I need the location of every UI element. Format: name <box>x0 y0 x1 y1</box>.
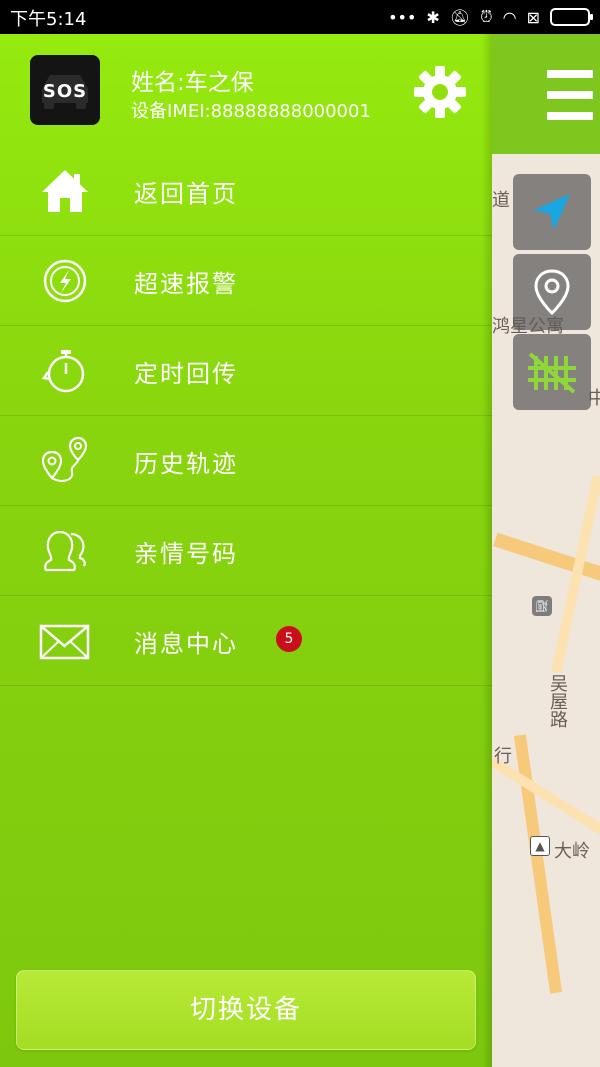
settings-gear-icon[interactable] <box>412 64 468 120</box>
navigation-arrow-icon <box>534 194 570 230</box>
home-icon <box>42 170 88 212</box>
contacts-icon <box>44 530 86 572</box>
gas-station-icon: ⛽︎ <box>532 596 552 616</box>
map-label-frag2: 道 <box>492 190 510 211</box>
mountain-icon: ▲ <box>530 836 550 856</box>
avatar[interactable]: SOS <box>30 55 100 125</box>
alarm-icon: ⏰︎ <box>480 7 493 26</box>
fence-button[interactable] <box>513 334 591 410</box>
menu-item-history-track[interactable]: 历史轨迹 <box>0 416 492 506</box>
menu-label-timed-report: 定时回传 <box>134 360 238 388</box>
wifi-icon: ◠ <box>502 7 517 27</box>
switch-device-button[interactable]: 切换设备 <box>16 970 476 1050</box>
menu-item-timed-report[interactable]: 定时回传 <box>0 326 492 416</box>
menu-label-speed-alarm: 超速报警 <box>134 270 238 298</box>
map-label-poi2: 大岭 <box>554 841 590 862</box>
profile-header: SOS 姓名:车之保 设备IMEI:88888888000001 <box>0 34 492 154</box>
status-icons: ••• ✱ 🔕︎ ⏰︎ ◠ ⊠ <box>388 4 593 30</box>
menu-item-speed-alarm[interactable]: 超速报警 <box>0 236 492 326</box>
menu-label-history-track: 历史轨迹 <box>134 450 238 478</box>
history-track-icon <box>41 436 88 482</box>
map-label-frag1: 行 <box>494 746 512 767</box>
unread-count-badge: 5 <box>276 626 302 652</box>
speed-alarm-icon <box>43 259 87 303</box>
battery-icon <box>550 8 593 26</box>
drawer-menu: 返回首页 超速报警 定时回传 历史轨迹 亲情号码 消息中心 5 <box>0 146 492 686</box>
navigation-button[interactable] <box>513 174 591 250</box>
menu-label-family-numbers: 亲情号码 <box>134 540 238 568</box>
avatar-sos-label: SOS <box>42 81 88 102</box>
mail-icon <box>39 624 90 660</box>
more-dots-icon: ••• <box>388 7 417 27</box>
menu-item-home[interactable]: 返回首页 <box>0 146 492 236</box>
electronic-fence-icon <box>528 352 576 394</box>
menu-item-message-center[interactable]: 消息中心 5 <box>0 596 492 686</box>
bluetooth-icon: ✱ <box>426 7 440 27</box>
status-time: 下午5:14 <box>10 9 87 30</box>
status-bar: 下午5:14 ••• ✱ 🔕︎ ⏰︎ ◠ ⊠ <box>0 0 600 34</box>
menu-item-family-numbers[interactable]: 亲情号码 <box>0 506 492 596</box>
map-label-road1: 吴屋路 <box>547 674 568 728</box>
map-view[interactable]: 鸿星公寓 吴屋路 行 道 中 大岭 ▲ ⛽︎ <box>492 34 600 1067</box>
sim-icon: ⊠ <box>526 7 540 27</box>
navigation-drawer: SOS 姓名:车之保 设备IMEI:88888888000001 返回首页 超速… <box>0 34 492 1067</box>
profile-imei: 设备IMEI:88888888000001 <box>131 101 371 122</box>
mute-icon: 🔕︎ <box>449 7 471 27</box>
stopwatch-icon <box>41 350 85 393</box>
location-pin-icon <box>534 269 570 316</box>
menu-label-home: 返回首页 <box>134 180 238 208</box>
profile-name: 姓名:车之保 <box>131 70 254 96</box>
hamburger-menu-icon[interactable] <box>547 70 593 120</box>
menu-label-message-center: 消息中心 <box>134 630 238 658</box>
location-button[interactable] <box>513 254 591 330</box>
map-header <box>492 34 600 154</box>
